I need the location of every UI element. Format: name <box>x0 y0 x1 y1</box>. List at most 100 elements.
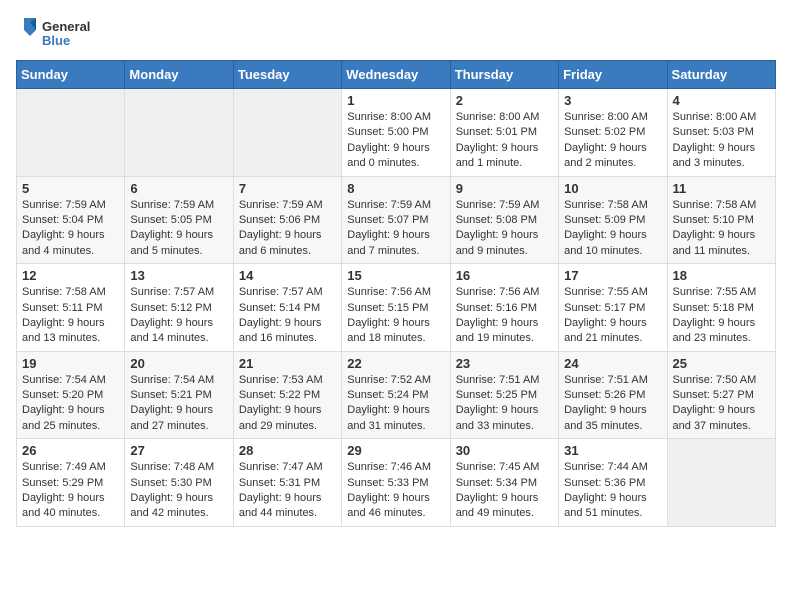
day-number: 17 <box>564 268 661 283</box>
calendar-week-1: 1Sunrise: 8:00 AM Sunset: 5:00 PM Daylig… <box>17 89 776 177</box>
day-of-week-sunday: Sunday <box>17 61 125 89</box>
calendar-cell <box>233 89 341 177</box>
day-info: Sunrise: 7:59 AM Sunset: 5:05 PM Dayligh… <box>130 198 227 260</box>
day-info: Sunrise: 7:55 AM Sunset: 5:18 PM Dayligh… <box>673 285 770 347</box>
day-info: Sunrise: 7:58 AM Sunset: 5:09 PM Dayligh… <box>564 198 661 260</box>
day-info: Sunrise: 7:54 AM Sunset: 5:21 PM Dayligh… <box>130 373 227 435</box>
calendar-cell: 4Sunrise: 8:00 AM Sunset: 5:03 PM Daylig… <box>667 89 775 177</box>
logo: General Blue <box>16 16 106 52</box>
day-of-week-tuesday: Tuesday <box>233 61 341 89</box>
calendar-cell: 28 Sunrise: 7:47 AM Sunset: 5:31 PM Dayli… <box>233 439 341 527</box>
day-of-week-friday: Friday <box>559 61 667 89</box>
day-info: Sunrise: 8:00 AM Sunset: 5:01 PM Dayligh… <box>456 110 553 172</box>
day-number: 22 <box>347 356 444 371</box>
day-number: 31 <box>564 443 661 458</box>
day-number: 26 <box>22 443 119 458</box>
svg-text:Blue: Blue <box>42 33 70 48</box>
calendar-week-2: 5 Sunrise: 7:59 AM Sunset: 5:04 PM Daylig… <box>17 176 776 264</box>
calendar-cell: 24 Sunrise: 7:51 AM Sunset: 5:26 PM Dayli… <box>559 351 667 439</box>
day-info: Sunrise: 8:00 AM Sunset: 5:03 PM Dayligh… <box>673 110 770 172</box>
calendar-cell: 12 Sunrise: 7:58 AM Sunset: 5:11 PM Dayli… <box>17 264 125 352</box>
calendar-cell: 8Sunrise: 7:59 AM Sunset: 5:07 PM Daylig… <box>342 176 450 264</box>
day-number: 13 <box>130 268 227 283</box>
day-info: Sunrise: 7:59 AM Sunset: 5:06 PM Dayligh… <box>239 198 336 260</box>
day-info: Sunrise: 7:47 AM Sunset: 5:31 PM Dayligh… <box>239 460 336 522</box>
calendar-week-4: 19 Sunrise: 7:54 AM Sunset: 5:20 PM Dayli… <box>17 351 776 439</box>
calendar-cell: 19 Sunrise: 7:54 AM Sunset: 5:20 PM Dayli… <box>17 351 125 439</box>
calendar-cell: 18Sunrise: 7:55 AM Sunset: 5:18 PM Dayli… <box>667 264 775 352</box>
day-number: 21 <box>239 356 336 371</box>
svg-text:General: General <box>42 19 90 34</box>
day-info: Sunrise: 7:49 AM Sunset: 5:29 PM Dayligh… <box>22 460 119 522</box>
day-number: 24 <box>564 356 661 371</box>
calendar-cell: 29 Sunrise: 7:46 AM Sunset: 5:33 PM Dayli… <box>342 439 450 527</box>
calendar-cell: 2 Sunrise: 8:00 AM Sunset: 5:01 PM Daylig… <box>450 89 558 177</box>
logo-icon: General Blue <box>16 16 106 52</box>
calendar-cell: 25 Sunrise: 7:50 AM Sunset: 5:27 PM Dayli… <box>667 351 775 439</box>
day-number: 2 <box>456 93 553 108</box>
calendar-cell: 30 Sunrise: 7:45 AM Sunset: 5:34 PM Dayli… <box>450 439 558 527</box>
day-info: Sunrise: 7:54 AM Sunset: 5:20 PM Dayligh… <box>22 373 119 435</box>
calendar-cell: 22 Sunrise: 7:52 AM Sunset: 5:24 PM Dayli… <box>342 351 450 439</box>
calendar: SundayMondayTuesdayWednesdayThursdayFrid… <box>16 60 776 527</box>
day-info: Sunrise: 7:44 AM Sunset: 5:36 PM Dayligh… <box>564 460 661 522</box>
day-info: Sunrise: 7:53 AM Sunset: 5:22 PM Dayligh… <box>239 373 336 435</box>
day-of-week-monday: Monday <box>125 61 233 89</box>
calendar-cell: 3Sunrise: 8:00 AM Sunset: 5:02 PM Daylig… <box>559 89 667 177</box>
calendar-cell: 23Sunrise: 7:51 AM Sunset: 5:25 PM Dayli… <box>450 351 558 439</box>
day-info: Sunrise: 7:48 AM Sunset: 5:30 PM Dayligh… <box>130 460 227 522</box>
calendar-cell: 31 Sunrise: 7:44 AM Sunset: 5:36 PM Dayli… <box>559 439 667 527</box>
day-info: Sunrise: 7:59 AM Sunset: 5:08 PM Dayligh… <box>456 198 553 260</box>
day-number: 20 <box>130 356 227 371</box>
day-info: Sunrise: 8:00 AM Sunset: 5:00 PM Dayligh… <box>347 110 444 172</box>
day-number: 27 <box>130 443 227 458</box>
day-info: Sunrise: 7:56 AM Sunset: 5:16 PM Dayligh… <box>456 285 553 347</box>
day-info: Sunrise: 7:45 AM Sunset: 5:34 PM Dayligh… <box>456 460 553 522</box>
day-number: 6 <box>130 181 227 196</box>
day-number: 8 <box>347 181 444 196</box>
day-number: 5 <box>22 181 119 196</box>
day-info: Sunrise: 7:46 AM Sunset: 5:33 PM Dayligh… <box>347 460 444 522</box>
day-of-week-wednesday: Wednesday <box>342 61 450 89</box>
day-number: 29 <box>347 443 444 458</box>
calendar-cell: 15Sunrise: 7:56 AM Sunset: 5:15 PM Dayli… <box>342 264 450 352</box>
calendar-cell: 14 Sunrise: 7:57 AM Sunset: 5:14 PM Dayli… <box>233 264 341 352</box>
day-info: Sunrise: 8:00 AM Sunset: 5:02 PM Dayligh… <box>564 110 661 172</box>
calendar-cell <box>125 89 233 177</box>
day-of-week-thursday: Thursday <box>450 61 558 89</box>
day-number: 16 <box>456 268 553 283</box>
day-number: 7 <box>239 181 336 196</box>
day-info: Sunrise: 7:58 AM Sunset: 5:11 PM Dayligh… <box>22 285 119 347</box>
day-number: 12 <box>22 268 119 283</box>
calendar-cell: 11 Sunrise: 7:58 AM Sunset: 5:10 PM Dayli… <box>667 176 775 264</box>
calendar-cell: 6 Sunrise: 7:59 AM Sunset: 5:05 PM Daylig… <box>125 176 233 264</box>
calendar-cell: 17 Sunrise: 7:55 AM Sunset: 5:17 PM Dayli… <box>559 264 667 352</box>
calendar-week-5: 26 Sunrise: 7:49 AM Sunset: 5:29 PM Dayli… <box>17 439 776 527</box>
calendar-cell: 26 Sunrise: 7:49 AM Sunset: 5:29 PM Dayli… <box>17 439 125 527</box>
calendar-cell: 1Sunrise: 8:00 AM Sunset: 5:00 PM Daylig… <box>342 89 450 177</box>
day-info: Sunrise: 7:58 AM Sunset: 5:10 PM Dayligh… <box>673 198 770 260</box>
day-info: Sunrise: 7:50 AM Sunset: 5:27 PM Dayligh… <box>673 373 770 435</box>
day-info: Sunrise: 7:57 AM Sunset: 5:14 PM Dayligh… <box>239 285 336 347</box>
day-number: 28 <box>239 443 336 458</box>
calendar-cell <box>17 89 125 177</box>
calendar-week-3: 12 Sunrise: 7:58 AM Sunset: 5:11 PM Dayli… <box>17 264 776 352</box>
calendar-cell: 21 Sunrise: 7:53 AM Sunset: 5:22 PM Dayli… <box>233 351 341 439</box>
day-number: 14 <box>239 268 336 283</box>
day-info: Sunrise: 7:52 AM Sunset: 5:24 PM Dayligh… <box>347 373 444 435</box>
day-number: 9 <box>456 181 553 196</box>
day-info: Sunrise: 7:51 AM Sunset: 5:26 PM Dayligh… <box>564 373 661 435</box>
day-number: 25 <box>673 356 770 371</box>
day-info: Sunrise: 7:57 AM Sunset: 5:12 PM Dayligh… <box>130 285 227 347</box>
day-info: Sunrise: 7:59 AM Sunset: 5:04 PM Dayligh… <box>22 198 119 260</box>
calendar-cell: 27 Sunrise: 7:48 AM Sunset: 5:30 PM Dayli… <box>125 439 233 527</box>
day-info: Sunrise: 7:51 AM Sunset: 5:25 PM Dayligh… <box>456 373 553 435</box>
day-number: 11 <box>673 181 770 196</box>
day-number: 19 <box>22 356 119 371</box>
day-info: Sunrise: 7:55 AM Sunset: 5:17 PM Dayligh… <box>564 285 661 347</box>
day-number: 30 <box>456 443 553 458</box>
calendar-cell: 20 Sunrise: 7:54 AM Sunset: 5:21 PM Dayli… <box>125 351 233 439</box>
calendar-cell: 9 Sunrise: 7:59 AM Sunset: 5:08 PM Daylig… <box>450 176 558 264</box>
calendar-cell <box>667 439 775 527</box>
calendar-cell: 5 Sunrise: 7:59 AM Sunset: 5:04 PM Daylig… <box>17 176 125 264</box>
